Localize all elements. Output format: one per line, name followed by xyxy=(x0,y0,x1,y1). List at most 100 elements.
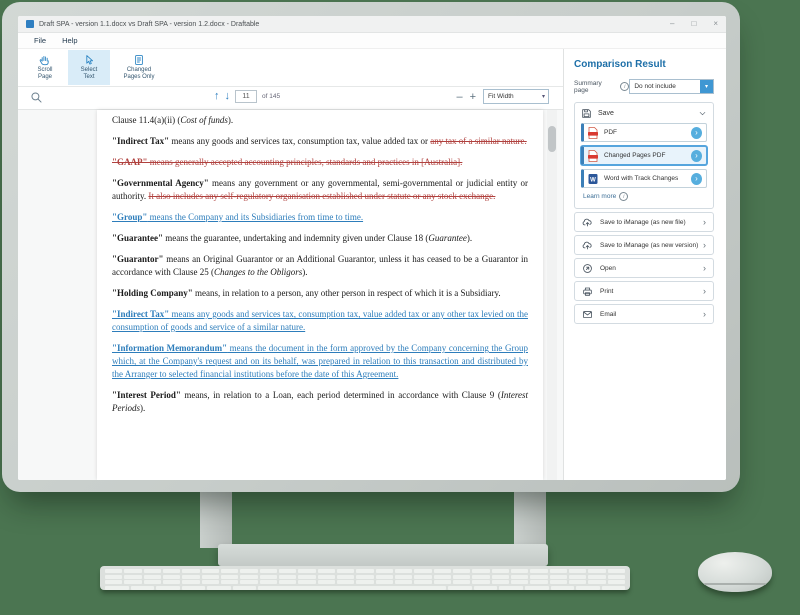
chevron-down-icon xyxy=(698,109,707,118)
save-option-word-with-track-changes[interactable]: WWord with Track Changes› xyxy=(581,169,707,188)
monitor-stand-base xyxy=(218,544,548,566)
doc-paragraph: "GAAP" means generally accepted accounti… xyxy=(112,156,528,169)
keyboard-key xyxy=(202,575,219,579)
keyboard-key xyxy=(124,580,141,584)
scrollbar-thumb[interactable] xyxy=(548,126,556,152)
search-icon[interactable] xyxy=(30,91,43,104)
chevron-right-icon: › xyxy=(703,309,706,319)
doc-paragraph: "Information Memorandum" means the docum… xyxy=(112,342,528,381)
toolbar-button-select-text[interactable]: SelectText xyxy=(68,50,110,85)
action-label: Save to iManage (as new file) xyxy=(600,219,686,226)
zoom-controls: – + Fit Width ▾ xyxy=(456,89,549,104)
keyboard-key xyxy=(530,580,547,584)
save-option-changed-pages-pdf[interactable]: Changed Pages PDF› xyxy=(581,146,707,165)
action-print[interactable]: Print› xyxy=(574,281,714,301)
keyboard-key xyxy=(260,569,277,573)
word-file-icon: W xyxy=(588,173,598,185)
keyboard-key xyxy=(453,575,470,579)
document-page-content: Clause 11.4(a)(ii) (Cost of funds)."Indi… xyxy=(97,110,543,415)
cloud-upload-icon xyxy=(582,240,593,251)
keyboard-key xyxy=(356,569,373,573)
zoom-out-button[interactable]: – xyxy=(456,90,462,104)
keyboard-key xyxy=(551,586,575,590)
save-option-label: PDF xyxy=(604,129,617,136)
caret-down-icon: ▾ xyxy=(542,93,548,100)
keyboard-key xyxy=(163,569,180,573)
save-section-header[interactable]: Save xyxy=(575,103,713,123)
keyboard-key xyxy=(240,580,257,584)
save-option-go-button[interactable]: › xyxy=(691,127,702,139)
chevron-right-icon: › xyxy=(703,240,706,250)
page-down-button[interactable]: ↓ xyxy=(225,89,231,103)
keyboard-key xyxy=(279,569,296,573)
cloud-upload-icon xyxy=(582,217,593,228)
minimize-button[interactable]: – xyxy=(670,20,674,28)
viewer-controls: ↑ ↓ of 145 – + Fit Width ▾ xyxy=(18,87,563,110)
action-label: Email xyxy=(600,311,616,318)
info-icon: i xyxy=(619,192,628,201)
menu-item-help[interactable]: Help xyxy=(54,36,85,45)
menu-item-file[interactable]: File xyxy=(26,36,54,45)
keyboard-key xyxy=(588,575,605,579)
keyboard-key xyxy=(318,569,335,573)
doc-paragraph: "Holding Company" means, in relation to … xyxy=(112,287,528,300)
printer-icon xyxy=(582,286,593,297)
learn-more-link[interactable]: Learn more i xyxy=(583,192,713,201)
keyboard-key xyxy=(474,586,498,590)
page-total-label: of 145 xyxy=(262,93,280,100)
keyboard-key xyxy=(608,575,625,579)
keyboard-key xyxy=(395,580,412,584)
save-option-pdf[interactable]: PDF › xyxy=(581,123,707,142)
keyboard-key xyxy=(124,575,141,579)
toolbar-button-changed-pages-only[interactable]: ChangedPages Only xyxy=(112,50,166,85)
doc-paragraph: "Guarantee" means the guarantee, underta… xyxy=(112,232,528,245)
keyboard-key xyxy=(260,575,277,579)
keyboard-key xyxy=(414,569,431,573)
info-icon[interactable]: i xyxy=(620,82,629,91)
page-up-button[interactable]: ↑ xyxy=(214,89,220,103)
keyboard-key xyxy=(453,580,470,584)
keyboard-key xyxy=(221,575,238,579)
keyboard-key xyxy=(569,580,586,584)
open-icon xyxy=(582,263,593,274)
keyboard-key xyxy=(550,569,567,573)
keyboard-key xyxy=(434,569,451,573)
summary-page-label: Summary page xyxy=(574,80,617,94)
keyboard-key xyxy=(298,580,315,584)
keyboard-key xyxy=(569,575,586,579)
summary-page-value: Do not include xyxy=(634,83,676,90)
action-save-to-imanage-as-new-version[interactable]: Save to iManage (as new version)› xyxy=(574,235,714,255)
action-open[interactable]: Open› xyxy=(574,258,714,278)
doc-paragraph: "Indirect Tax" means any goods and servi… xyxy=(112,308,528,334)
menu-bar: FileHelp xyxy=(18,33,726,49)
keyboard-key xyxy=(163,580,180,584)
toolbar-button-scroll-page[interactable]: ScrollPage xyxy=(24,50,66,85)
keyboard-key xyxy=(499,586,523,590)
keyboard-key xyxy=(608,580,625,584)
save-option-go-button[interactable]: › xyxy=(691,150,702,162)
summary-dropdown-button[interactable]: ▾ xyxy=(700,80,713,93)
keyboard-key xyxy=(240,575,257,579)
zoom-fit-select[interactable]: Fit Width ▾ xyxy=(483,89,549,104)
keyboard-key xyxy=(337,580,354,584)
keyboard-key xyxy=(511,580,528,584)
document-area: Clause 11.4(a)(ii) (Cost of funds)."Indi… xyxy=(18,110,563,480)
keyboard-key xyxy=(525,586,549,590)
keyboard-key xyxy=(298,575,315,579)
zoom-in-button[interactable]: + xyxy=(470,90,476,104)
vertical-scrollbar[interactable] xyxy=(547,110,557,480)
action-label: Print xyxy=(600,288,613,295)
summary-page-row: Summary page i Do not include ▾ xyxy=(574,79,714,94)
page-number-input[interactable] xyxy=(235,90,257,103)
save-option-go-button[interactable]: › xyxy=(691,173,702,185)
doc-paragraph: "Governmental Agency" means any governme… xyxy=(112,177,528,203)
keyboard-key xyxy=(434,575,451,579)
action-email[interactable]: Email › xyxy=(574,304,714,324)
keyboard-key xyxy=(182,575,199,579)
maximize-button[interactable]: □ xyxy=(691,20,696,28)
action-save-to-imanage-as-new-file[interactable]: Save to iManage (as new file)› xyxy=(574,212,714,232)
close-button[interactable]: × xyxy=(713,20,718,28)
keyboard-key xyxy=(453,569,470,573)
summary-page-select[interactable]: Do not include ▾ xyxy=(629,79,714,94)
keyboard-key xyxy=(356,580,373,584)
